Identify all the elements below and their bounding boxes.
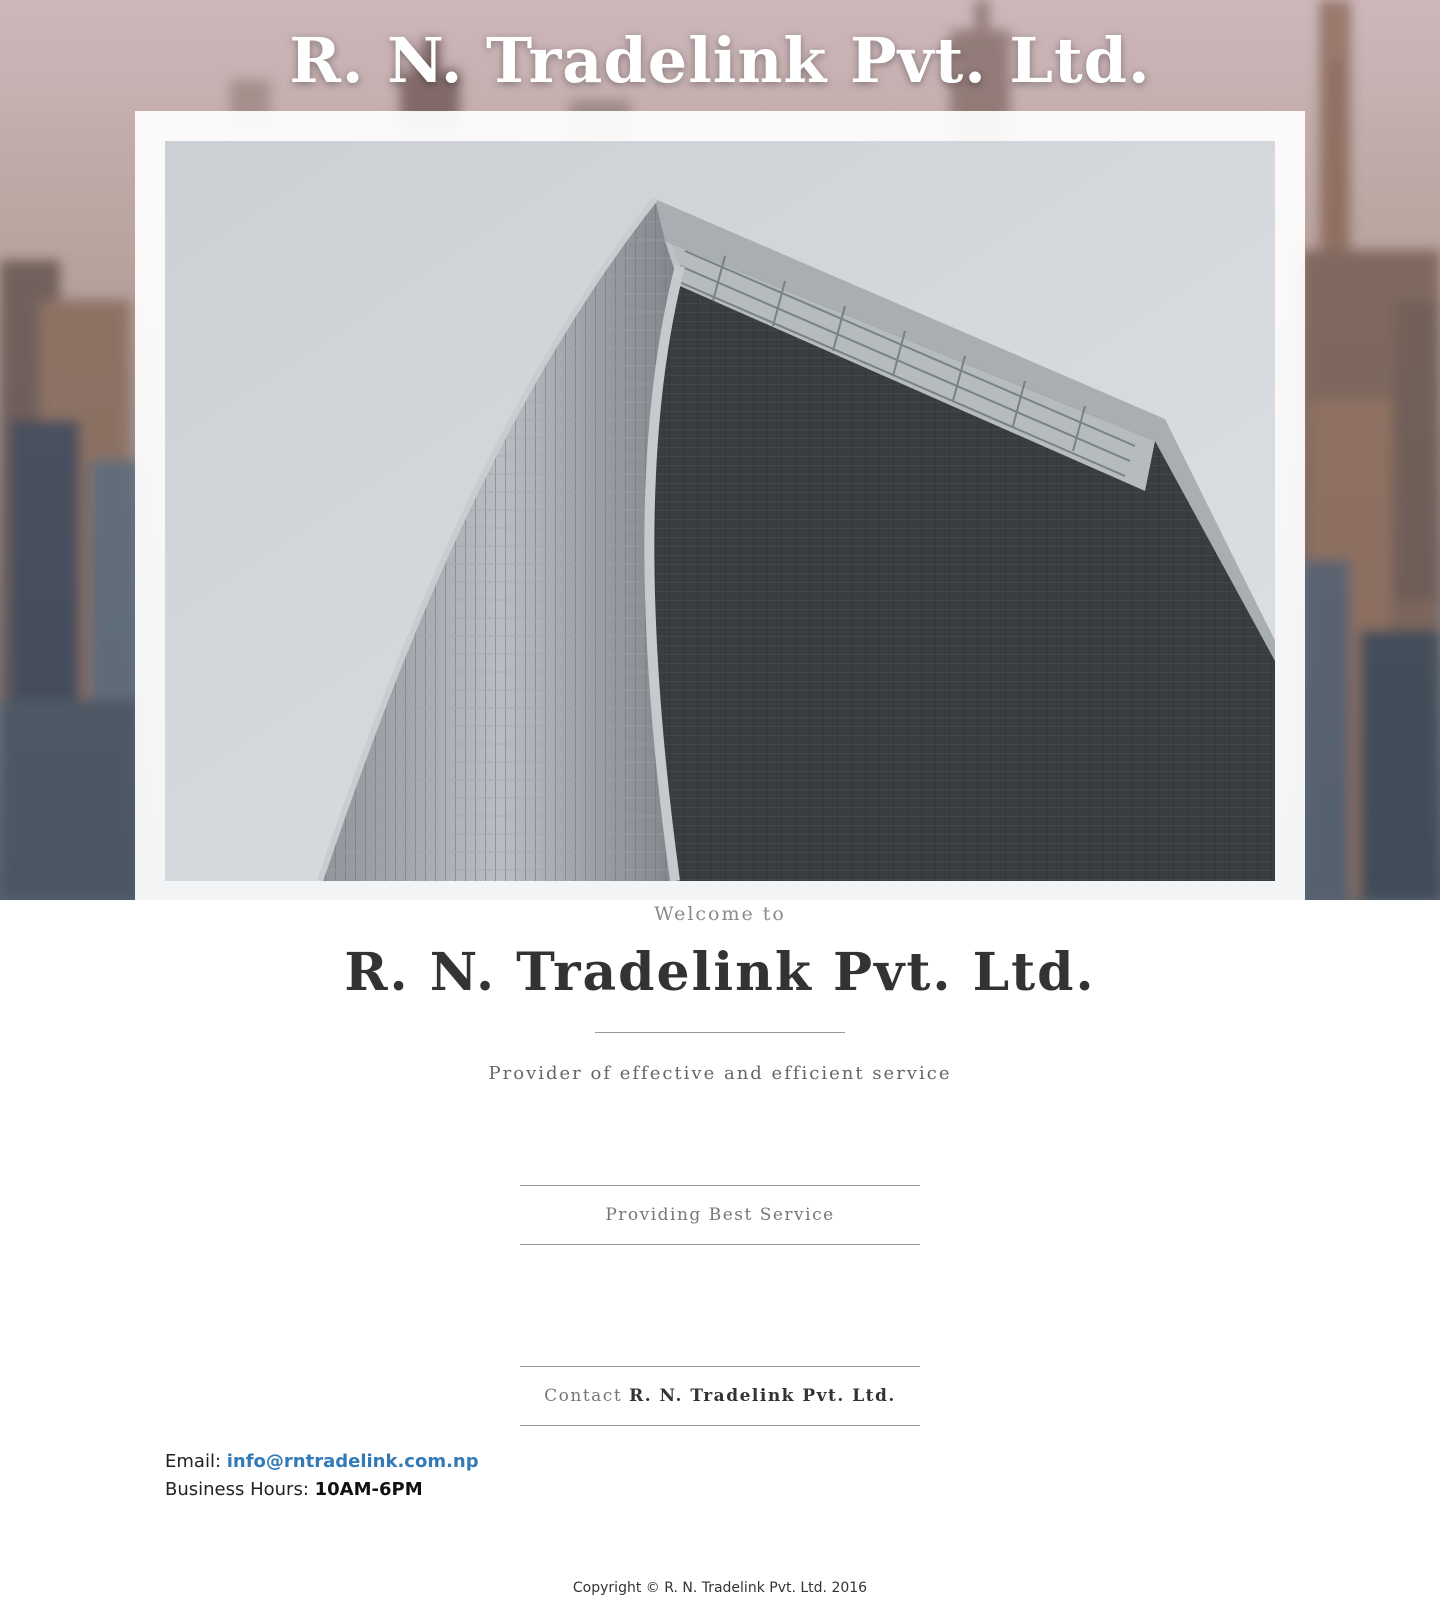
divider: [595, 1032, 845, 1033]
email-label: Email:: [165, 1451, 227, 1472]
service-heading: Providing Best Service: [520, 1185, 920, 1245]
company-heading: R. N. Tradelink Pvt. Ltd.: [344, 942, 1096, 1003]
contact-heading-prefix: Contact: [544, 1386, 630, 1406]
email-row: Email: info@rntradelink.com.np: [165, 1448, 765, 1476]
site-title: R. N. Tradelink Pvt. Ltd.: [289, 24, 1151, 97]
contact-info: Email: info@rntradelink.com.np Business …: [165, 1448, 765, 1504]
tagline: Provider of effective and efficient serv…: [488, 1063, 952, 1084]
contact-heading-company: R. N. Tradelink Pvt. Ltd.: [629, 1386, 896, 1406]
feature-photo: [165, 141, 1275, 881]
intro-section: Welcome to R. N. Tradelink Pvt. Ltd. Pro…: [0, 898, 1440, 1089]
hours-value: 10AM-6PM: [314, 1479, 423, 1500]
welcome-text: Welcome to: [654, 903, 786, 925]
email-link[interactable]: info@rntradelink.com.np: [227, 1451, 479, 1472]
contact-heading: Contact R. N. Tradelink Pvt. Ltd.: [520, 1366, 920, 1426]
skyscraper-image: [165, 141, 1275, 881]
hours-row: Business Hours: 10AM-6PM: [165, 1476, 765, 1504]
hours-label: Business Hours:: [165, 1479, 315, 1500]
footer-copyright: Copyright © R. N. Tradelink Pvt. Ltd. 20…: [572, 1580, 868, 1596]
